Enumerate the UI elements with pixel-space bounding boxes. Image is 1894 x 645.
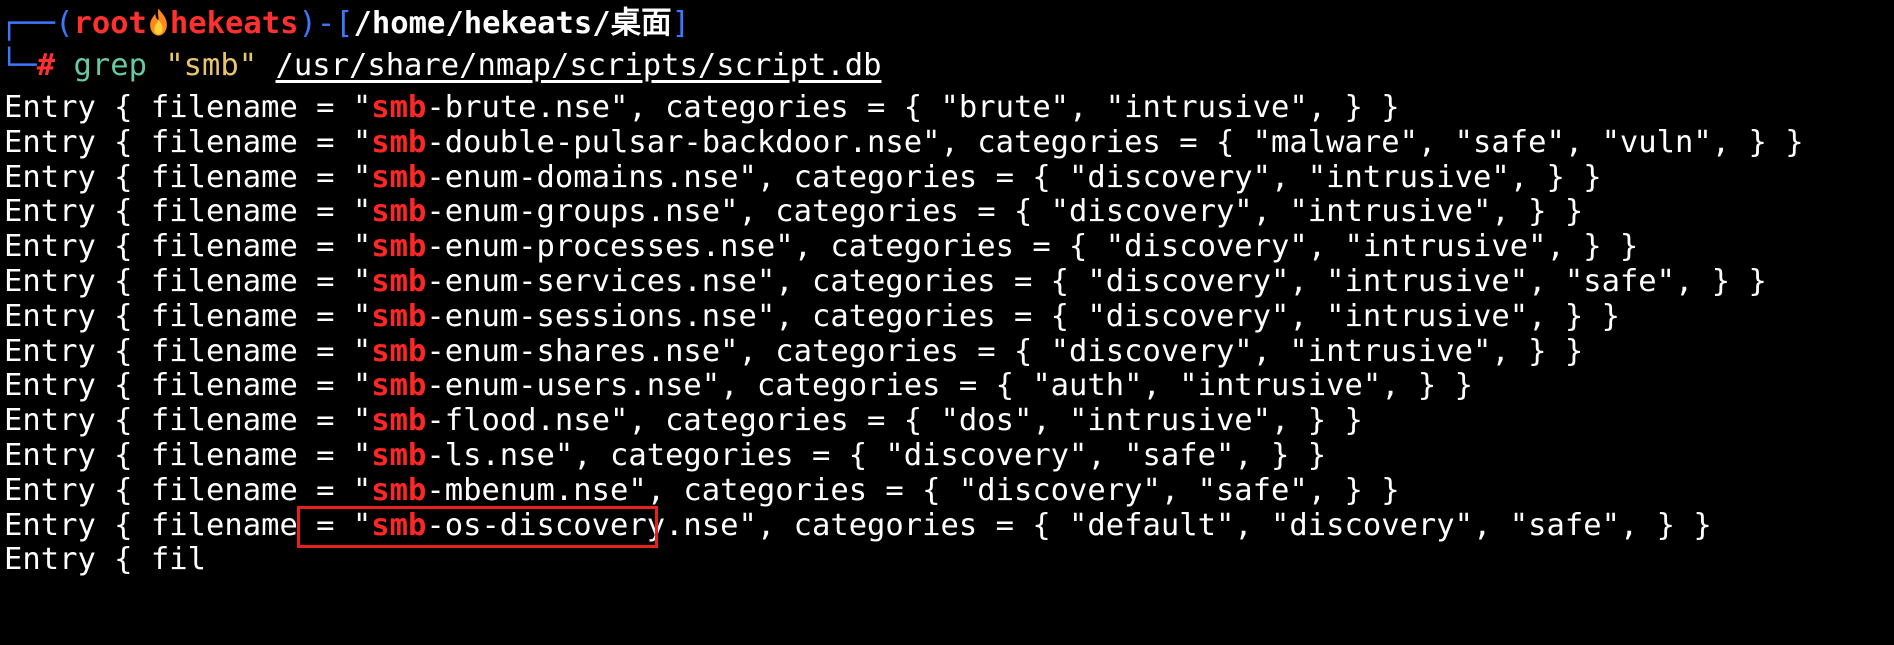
line-suffix: -double-pulsar-backdoor.nse", categories…: [426, 124, 1804, 160]
prompt-user: root: [73, 6, 147, 41]
match-highlight: smb: [371, 438, 427, 473]
line-prefix: Entry { fil: [4, 542, 206, 578]
match-highlight: smb: [371, 194, 427, 230]
line-suffix: -mbenum.nse", categories = { "discovery"…: [426, 472, 1400, 508]
command-pattern: "smb": [165, 48, 258, 83]
line-prefix: Entry { filename = ": [4, 264, 372, 299]
line-suffix: -enum-sessions.nse", categories = { "dis…: [426, 298, 1620, 334]
line-suffix: -enum-processes.nse", categories = { "di…: [426, 229, 1639, 265]
line-suffix: -os-discovery.nse", categories = { "defa…: [426, 507, 1712, 543]
prompt-cwd: /home/hekeats/桌面: [353, 6, 672, 41]
prompt-hash: #: [36, 48, 56, 83]
line-prefix: Entry { filename = ": [4, 298, 372, 334]
line-suffix: -enum-users.nse", categories = { "auth",…: [426, 368, 1474, 404]
prompt-header: ┌──(root hekeats)-[/home/hekeats/桌面]: [0, 3, 690, 45]
line-suffix: -ls.nse", categories = { "discovery", "s…: [426, 438, 1327, 473]
line-prefix: Entry { filename = ": [4, 124, 372, 160]
fire-icon: [150, 8, 167, 36]
line-prefix: Entry { filename = ": [4, 507, 372, 543]
terminal-window[interactable]: ┌──(root hekeats)-[/home/hekeats/桌面] └─# …: [0, 0, 1894, 645]
match-highlight: smb: [371, 90, 427, 125]
output-line: Entry { fil: [4, 539, 206, 581]
match-highlight: smb: [371, 124, 427, 160]
line-prefix: Entry { filename = ": [4, 438, 372, 473]
line-suffix: -enum-domains.nse", categories = { "disc…: [426, 159, 1602, 195]
line-suffix: -flood.nse", categories = { "dos", "intr…: [426, 403, 1363, 439]
match-highlight: smb: [371, 159, 427, 195]
line-suffix: -enum-shares.nse", categories = { "disco…: [426, 333, 1584, 369]
prompt-frame-bottom: └─: [0, 48, 37, 83]
line-suffix: -enum-services.nse", categories = { "dis…: [426, 264, 1767, 299]
prompt-host: hekeats: [169, 6, 299, 41]
line-suffix: -enum-groups.nse", categories = { "disco…: [426, 194, 1584, 230]
match-highlight: smb: [371, 229, 427, 265]
line-suffix: -brute.nse", categories = { "brute", "in…: [426, 90, 1400, 125]
prompt-frame-mid: )-[: [298, 6, 354, 41]
match-highlight: smb: [371, 333, 427, 369]
line-prefix: Entry { filename = ": [4, 229, 372, 265]
match-highlight: smb: [371, 472, 427, 508]
command-name: grep: [73, 48, 147, 83]
prompt-frame-end: ]: [671, 6, 690, 41]
line-prefix: Entry { filename = ": [4, 159, 372, 195]
line-prefix: Entry { filename = ": [4, 194, 372, 230]
match-highlight: smb: [371, 507, 427, 543]
output-line-highlighted: Entry { filename = "smb-os-discovery.nse…: [4, 505, 1712, 547]
line-prefix: Entry { filename = ": [4, 90, 372, 125]
match-highlight: smb: [371, 368, 427, 404]
command-file-path[interactable]: /usr/share/nmap/scripts/script.db: [276, 48, 882, 83]
line-prefix: Entry { filename = ": [4, 472, 372, 508]
line-prefix: Entry { filename = ": [4, 333, 372, 369]
match-highlight: smb: [371, 403, 427, 439]
match-highlight: smb: [371, 264, 427, 299]
match-highlight: smb: [371, 298, 427, 334]
line-prefix: Entry { filename = ": [4, 368, 372, 404]
command-line[interactable]: └─# grep "smb" /usr/share/nmap/scripts/s…: [0, 45, 881, 87]
line-prefix: Entry { filename = ": [4, 403, 372, 439]
prompt-frame-top: ┌──(: [0, 6, 74, 41]
